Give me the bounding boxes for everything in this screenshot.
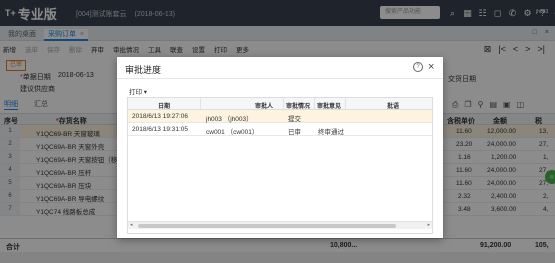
approval-progress-dialog: 审批进度 ? × 打印 ▾ 日期 审批人 审批情况 审批意见 批语 2018/6… bbox=[117, 57, 443, 238]
approval-status: 提交 bbox=[288, 116, 301, 123]
table-row[interactable]: 2018/6/13 19:27:06 jh003 （jh003） 提交 bbox=[128, 110, 432, 123]
approval-date: 2018/6/13 19:27:06 bbox=[132, 113, 189, 120]
column-divider bbox=[283, 98, 284, 110]
close-icon[interactable]: × bbox=[428, 60, 434, 74]
help-icon[interactable]: ? bbox=[413, 62, 423, 72]
approver: cw001 （cw001） bbox=[206, 129, 259, 136]
col-status: 审批情况 bbox=[286, 104, 311, 110]
print-label: 打印 bbox=[129, 89, 142, 96]
approval-status: 已审 bbox=[288, 129, 301, 136]
dialog-header: 审批进度 ? × bbox=[117, 57, 443, 79]
column-divider bbox=[345, 98, 346, 110]
dialog-print-menu[interactable]: 打印 ▾ bbox=[129, 86, 147, 96]
column-divider bbox=[314, 98, 315, 110]
scroll-thumb[interactable] bbox=[138, 224, 396, 228]
col-remark: 批语 bbox=[387, 104, 400, 110]
scroll-left-icon[interactable]: ◂ bbox=[130, 222, 133, 228]
approval-table: 日期 审批人 审批情况 审批意见 批语 2018/6/13 19:27:06 j… bbox=[127, 97, 433, 234]
approval-date: 2018/6/13 19:31:05 bbox=[132, 126, 189, 133]
col-date: 日期 bbox=[158, 104, 171, 110]
dialog-horizontal-scrollbar[interactable]: ◂ ▸ bbox=[128, 221, 432, 229]
col-approver: 审批人 bbox=[255, 104, 274, 110]
dialog-title: 审批进度 bbox=[125, 65, 162, 75]
column-divider bbox=[200, 98, 201, 110]
table-row[interactable]: 2018/6/13 19:31:05 cw001 （cw001） 已审 终审通过 bbox=[128, 123, 432, 136]
scroll-right-icon[interactable]: ▸ bbox=[427, 222, 430, 228]
chevron-down-icon: ▾ bbox=[142, 89, 148, 96]
col-opinion: 审批意见 bbox=[317, 104, 342, 110]
approver: jh003 （jh003） bbox=[206, 116, 253, 123]
approval-table-header: 日期 审批人 审批情况 审批意见 批语 bbox=[128, 98, 432, 110]
approval-opinion: 终审通过 bbox=[318, 129, 344, 136]
